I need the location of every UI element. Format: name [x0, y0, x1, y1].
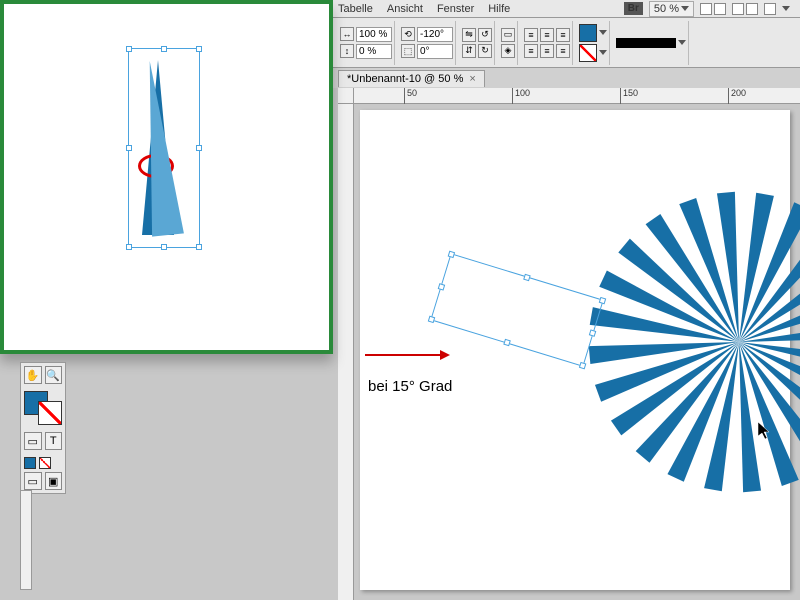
scale-y-icon: ↕ — [340, 44, 354, 58]
tool-panel: ✋ 🔍 ▭ T ▭ ▣ — [20, 362, 66, 494]
selection-box[interactable] — [430, 253, 603, 367]
stroke-preview[interactable] — [616, 38, 676, 48]
annotation-arrow — [360, 345, 450, 365]
menu-ansicht[interactable]: Ansicht — [387, 3, 423, 15]
stroke-swatch[interactable] — [579, 44, 597, 62]
formatting-container-icon[interactable]: ▭ — [24, 432, 42, 450]
zoom-select[interactable]: 50 % — [649, 1, 694, 17]
select-container-icon[interactable]: ▭ — [501, 28, 515, 42]
align-icons[interactable]: ≡ — [524, 28, 538, 42]
mini-fill[interactable] — [24, 457, 36, 469]
arrange-icons[interactable] — [732, 3, 758, 15]
rotate-field-1[interactable]: -120° — [417, 27, 453, 42]
formatting-text-icon[interactable]: T — [45, 432, 63, 450]
menu-hilfe[interactable]: Hilfe — [488, 3, 510, 15]
flip-h-icon[interactable]: ⇋ — [462, 28, 476, 42]
rotate-cw-icon[interactable]: ↻ — [478, 44, 492, 58]
view-mode-normal-icon[interactable]: ▭ — [24, 472, 42, 490]
inset-canvas[interactable] — [10, 10, 323, 344]
mini-ruler — [20, 490, 32, 590]
canvas-area: 50 100 150 200 — [338, 88, 800, 600]
view-mode-preview-icon[interactable]: ▣ — [45, 472, 63, 490]
stroke-color-swatch[interactable] — [38, 401, 62, 425]
bridge-button[interactable]: Br — [624, 2, 643, 15]
view-mode-icons[interactable] — [700, 3, 726, 15]
fill-swatch[interactable] — [579, 24, 597, 42]
scale-x-icon: ↔ — [340, 27, 354, 41]
scale-y-field[interactable]: 0 % — [356, 44, 392, 59]
annotation-text: bei 15° Grad — [368, 378, 452, 395]
rotate-field-2[interactable]: 0° — [417, 44, 453, 59]
menu-fenster[interactable]: Fenster — [437, 3, 474, 15]
menu-tabelle[interactable]: Tabelle — [338, 3, 373, 15]
screen-mode-icon[interactable] — [764, 3, 776, 15]
mouse-cursor-icon — [758, 422, 772, 443]
select-content-icon[interactable]: ◈ — [501, 44, 515, 58]
close-tab-icon[interactable]: × — [469, 73, 475, 85]
scale-x-field[interactable]: 100 % — [356, 27, 392, 42]
mini-stroke[interactable] — [39, 457, 51, 469]
ruler-origin[interactable] — [338, 88, 354, 104]
inset-detail-window — [0, 0, 333, 354]
page[interactable]: bei 15° Grad — [360, 110, 790, 590]
document-title: *Unbenannt-10 @ 50 % — [347, 73, 463, 85]
shear-icon: ⬚ — [401, 44, 415, 58]
hand-tool-icon[interactable]: ✋ — [24, 366, 42, 384]
flip-v-icon[interactable]: ⇵ — [462, 44, 476, 58]
rotate-icon: ⟲ — [401, 27, 415, 41]
zoom-tool-icon[interactable]: 🔍 — [45, 366, 63, 384]
document-tab[interactable]: *Unbenannt-10 @ 50 % × — [338, 70, 485, 87]
rotate-ccw-icon[interactable]: ↺ — [478, 28, 492, 42]
ruler-vertical[interactable] — [338, 104, 354, 600]
panel-menu-icon[interactable] — [782, 6, 790, 11]
ruler-horizontal[interactable]: 50 100 150 200 — [354, 88, 800, 104]
